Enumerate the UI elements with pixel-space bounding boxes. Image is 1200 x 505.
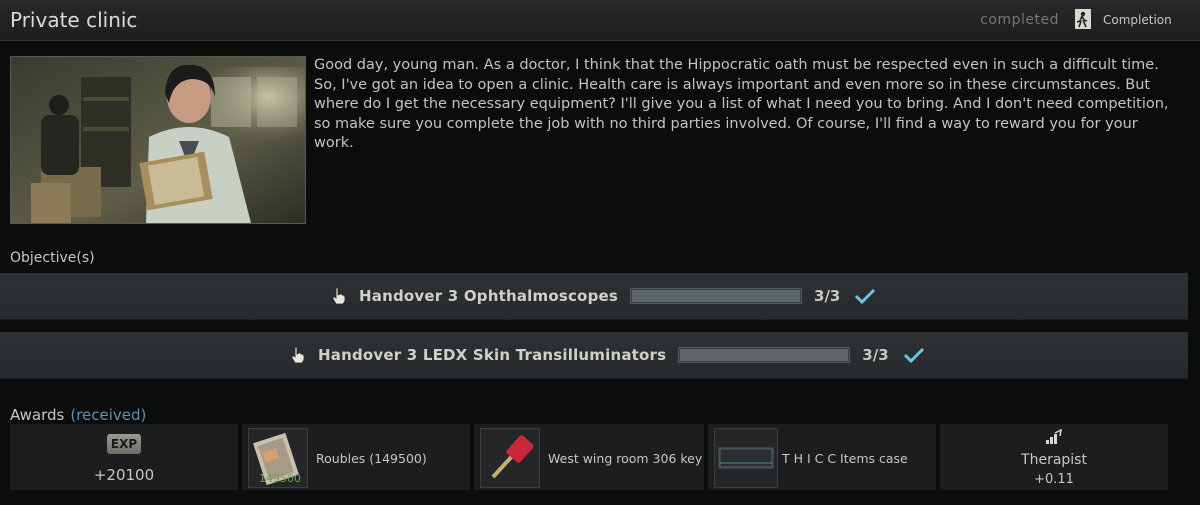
trader-name: Therapist	[1021, 452, 1087, 468]
case-thumbnail	[714, 428, 778, 488]
objective-text: Handover 3 Ophthalmoscopes	[359, 287, 619, 305]
key-thumbnail	[480, 428, 540, 488]
awards-received-label: (received)	[70, 406, 147, 424]
key-icon	[491, 435, 534, 479]
awards-title: Awards	[10, 406, 65, 424]
objectives-heading: Objective(s)	[10, 250, 95, 266]
items-case-icon	[718, 447, 774, 469]
check-icon	[855, 288, 876, 304]
key-label: West wing room 306 key	[548, 451, 703, 466]
hand-pointer-icon	[332, 287, 346, 305]
awards-heading: Awards (received)	[10, 406, 146, 424]
roubles-amount: 149500	[259, 472, 301, 485]
quest-header: Private clinic completed Completion	[0, 0, 1200, 41]
award-trader-rep[interactable]: Therapist +0.11	[940, 424, 1168, 490]
roubles-label: Roubles (149500)	[316, 451, 427, 466]
objective-count: 3/3	[814, 287, 841, 305]
objective-progress-bar	[678, 347, 851, 363]
exp-badge-label: EXP	[110, 437, 138, 451]
hand-pointer-icon	[291, 346, 305, 364]
exp-value: +20100	[93, 466, 155, 484]
roubles-thumbnail: 149500	[248, 428, 308, 488]
completion-label[interactable]: Completion	[1103, 13, 1172, 27]
objective-text: Handover 3 LEDX Skin Transilluminators	[318, 346, 667, 364]
objective-row[interactable]: Handover 3 Ophthalmoscopes 3/3	[0, 273, 1188, 320]
trader-rep-value: +0.11	[1034, 472, 1074, 487]
objective-count: 3/3	[862, 346, 889, 364]
quest-title: Private clinic	[10, 8, 138, 32]
award-exp[interactable]: EXP +20100	[10, 424, 238, 490]
objective-progress-fill	[632, 290, 801, 302]
award-key[interactable]: West wing room 306 key	[474, 424, 704, 490]
quest-giver-portrait	[10, 56, 306, 224]
case-label: T H I C C Items case	[782, 451, 908, 466]
reputation-up-icon	[1046, 429, 1062, 444]
objective-row[interactable]: Handover 3 LEDX Skin Transilluminators 3…	[0, 332, 1188, 379]
objective-progress-fill	[680, 349, 849, 361]
check-icon	[903, 347, 924, 363]
objective-progress-bar	[630, 288, 803, 304]
award-case[interactable]: T H I C C Items case	[708, 424, 936, 490]
quest-status: completed	[980, 12, 1059, 28]
completion-icon[interactable]	[1073, 7, 1093, 31]
quest-description: Good day, young man. As a doctor, I thin…	[314, 57, 1169, 151]
exp-badge: EXP	[107, 434, 141, 454]
award-roubles[interactable]: 149500 Roubles (149500)	[242, 424, 470, 490]
doctor-portrait-image	[11, 57, 305, 223]
